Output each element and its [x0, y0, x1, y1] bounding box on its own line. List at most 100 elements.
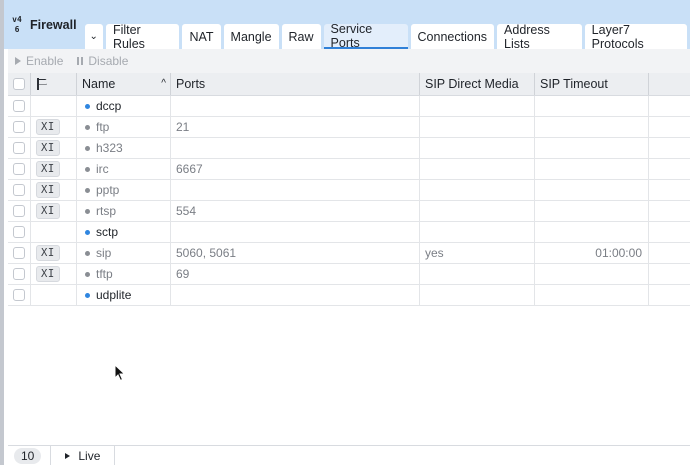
table-row[interactable]: XI ftp 21 [8, 117, 690, 138]
select-all-cell [8, 73, 31, 95]
row-checkbox[interactable] [13, 247, 25, 259]
flags-column-header[interactable] [31, 73, 77, 95]
tab-connections[interactable]: Connections [410, 24, 495, 49]
live-button[interactable]: Live [51, 445, 116, 465]
row-select-cell [8, 243, 31, 263]
disabled-invalid-flag-badge: XI [36, 140, 60, 156]
flag-icon [37, 78, 47, 90]
row-filler [649, 201, 690, 221]
disabled-dot-icon [85, 145, 90, 151]
disabled-dot-icon [85, 187, 90, 193]
row-checkbox[interactable] [13, 121, 25, 133]
row-ports-cell: 21 [171, 117, 420, 137]
row-checkbox[interactable] [13, 289, 25, 301]
row-sip-direct-media-cell [420, 180, 535, 200]
live-label: Live [78, 448, 101, 463]
ports-column-header[interactable]: Ports [171, 73, 420, 95]
row-name: pptp [96, 183, 120, 197]
row-name-cell: udplite [77, 285, 171, 305]
tab-nat[interactable]: NAT [182, 24, 221, 49]
row-sip-direct-media-cell [420, 222, 535, 242]
header-filler [649, 73, 690, 95]
logo-bottom: 6 [14, 24, 20, 34]
tab-address-lists[interactable]: Address Lists [497, 23, 582, 51]
row-name: sctp [96, 225, 119, 239]
pause-icon [77, 57, 84, 65]
page-title: Firewall [30, 17, 77, 32]
tab-layer7-protocols[interactable]: Layer7 Protocols [584, 23, 687, 51]
row-ports: 5060, 5061 [176, 246, 237, 260]
row-ports: 6667 [176, 162, 203, 176]
enable-button[interactable]: Enable [15, 54, 63, 68]
row-checkbox[interactable] [13, 163, 25, 175]
row-select-cell [8, 285, 31, 305]
table-row[interactable]: XI tftp 69 [8, 264, 690, 285]
tab-raw[interactable]: Raw [281, 24, 321, 49]
row-name: irc [96, 162, 109, 176]
row-select-cell [8, 117, 31, 137]
row-ports-cell [171, 96, 420, 116]
disable-label: Disable [88, 54, 129, 68]
row-name-cell: tftp [77, 264, 171, 284]
row-ports-cell: 554 [171, 201, 420, 221]
row-filler [649, 117, 690, 137]
row-sip-timeout-cell [535, 117, 649, 137]
disable-button[interactable]: Disable [77, 54, 128, 68]
table-row[interactable]: sctp [8, 222, 690, 243]
play-icon [65, 452, 71, 459]
row-checkbox[interactable] [13, 268, 25, 280]
row-sip-timeout-cell [535, 159, 649, 179]
row-sip-timeout-cell [535, 285, 649, 305]
disabled-invalid-flag-badge: XI [36, 245, 60, 261]
row-name: ftp [96, 120, 110, 134]
sort-ascending-icon: ^ [161, 78, 166, 89]
row-ports-cell: 6667 [171, 159, 420, 179]
row-checkbox[interactable] [13, 100, 25, 112]
disabled-invalid-flag-badge: XI [36, 119, 60, 135]
row-filler [649, 222, 690, 242]
row-sip-direct-media-cell [420, 264, 535, 284]
row-checkbox[interactable] [13, 142, 25, 154]
row-checkbox[interactable] [13, 205, 25, 217]
table-row[interactable]: XI irc 6667 [8, 159, 690, 180]
mouse-pointer-icon [114, 364, 126, 382]
row-sip-direct-media-cell [420, 117, 535, 137]
table-row[interactable]: XI sip 5060, 5061 yes 01:00:00 [8, 243, 690, 264]
name-column-header[interactable]: Name ^ [77, 73, 171, 95]
table-row[interactable]: udplite [8, 285, 690, 306]
row-checkbox[interactable] [13, 226, 25, 238]
disabled-dot-icon [85, 271, 90, 277]
row-sip-direct-media-cell [420, 201, 535, 221]
row-select-cell [8, 222, 31, 242]
table-header: Name ^ Ports SIP Direct Media SIP Timeou… [8, 73, 690, 96]
row-sip-timeout-cell [535, 138, 649, 158]
tab-menu-chevron-button[interactable]: ⌄ [84, 24, 103, 49]
row-sip-timeout-cell: 01:00:00 [535, 243, 649, 263]
row-name-cell: sctp [77, 222, 171, 242]
tab-mangle[interactable]: Mangle [223, 24, 279, 49]
table-row[interactable]: XI pptp [8, 180, 690, 201]
row-sip-timeout-cell [535, 201, 649, 221]
table-row[interactable]: XI h323 [8, 138, 690, 159]
row-ports-cell [171, 138, 420, 158]
table-row[interactable]: dccp [8, 96, 690, 117]
row-checkbox[interactable] [13, 184, 25, 196]
sip-direct-media-column-header[interactable]: SIP Direct Media [420, 73, 535, 95]
sip-timeout-column-header[interactable]: SIP Timeout [535, 73, 649, 95]
row-name: rtsp [96, 204, 117, 218]
row-name-cell: dccp [77, 96, 171, 116]
tab-service-ports[interactable]: Service Ports [323, 22, 408, 50]
brand: v4 6 Firewall [4, 0, 85, 49]
tab-filter-rules[interactable]: Filter Rules [105, 23, 180, 51]
row-select-cell [8, 159, 31, 179]
row-flags-cell: XI [31, 180, 77, 200]
row-name: udplite [96, 288, 132, 302]
row-ports-cell: 69 [171, 264, 420, 284]
table-row[interactable]: XI rtsp 554 [8, 201, 690, 222]
row-select-cell [8, 138, 31, 158]
row-ports: 554 [176, 204, 197, 218]
row-ports: 21 [176, 120, 190, 134]
enable-label: Enable [26, 54, 64, 68]
select-all-checkbox[interactable] [13, 78, 25, 90]
row-flags-cell: XI [31, 201, 77, 221]
